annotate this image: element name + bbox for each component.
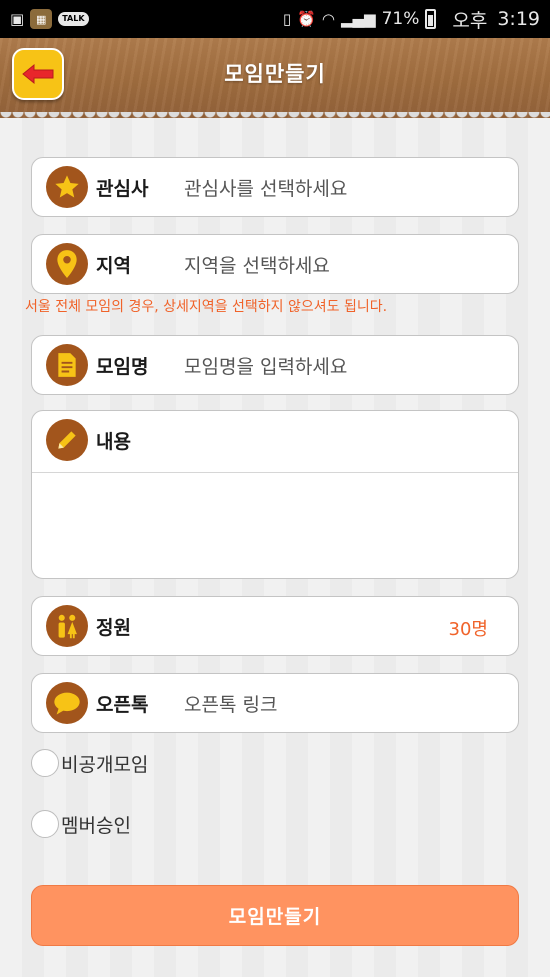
region-label: 지역 (96, 255, 131, 277)
header-scalloped-edge (0, 112, 550, 124)
create-meeting-button[interactable]: 모임만들기 (31, 885, 519, 946)
meeting-name-input[interactable]: 모임명 모임명을 입력하세요 (31, 335, 519, 395)
interest-select[interactable]: 관심사 관심사를 선택하세요 (31, 157, 519, 217)
content-divider (32, 472, 518, 473)
private-meeting-option[interactable]: 비공개모임 (31, 749, 148, 777)
clock-ampm: 오후 (452, 9, 488, 32)
capacity-select[interactable]: 정원 30명 (31, 596, 519, 656)
content-textarea[interactable]: 내용 (31, 410, 519, 579)
battery-icon (425, 9, 437, 29)
vibrate-icon: ▯ (282, 10, 292, 28)
wifi-icon: ◠ (321, 10, 335, 28)
page-title: 모임만들기 (224, 62, 326, 86)
capacity-label: 정원 (96, 617, 131, 639)
status-bar-notifications: ▣ ▦ TALK (10, 9, 89, 29)
speech-bubble-icon (46, 682, 88, 724)
status-bar-system: ▯ ⏰ ◠ ▂▄▆ 71% 오후 3:19 (283, 6, 540, 33)
star-icon (46, 166, 88, 208)
member-approval-option[interactable]: 멤버승인 (31, 810, 131, 838)
app-notification-icon: ▦ (30, 9, 53, 29)
interest-placeholder: 관심사를 선택하세요 (184, 178, 348, 200)
location-pin-icon (46, 243, 88, 285)
open-talk-input[interactable]: 오픈톡 오픈톡 링크 (31, 673, 519, 733)
gallery-notification-icon: ▣ (10, 10, 25, 28)
battery-percent: 71% (381, 9, 420, 29)
private-meeting-checkbox[interactable] (31, 749, 59, 777)
signal-icon: ▂▄▆ (340, 10, 376, 28)
interest-label: 관심사 (96, 178, 149, 200)
capacity-value: 30명 (448, 619, 488, 640)
open-talk-placeholder: 오픈톡 링크 (184, 694, 278, 716)
alarm-icon: ⏰ (297, 10, 316, 28)
member-approval-checkbox[interactable] (31, 810, 59, 838)
content-label: 내용 (96, 431, 131, 453)
status-bar: ▣ ▦ TALK ▯ ⏰ ◠ ▂▄▆ 71% 오후 3:19 (0, 0, 550, 38)
member-approval-label: 멤버승인 (61, 814, 131, 837)
pencil-icon (46, 419, 88, 461)
region-placeholder: 지역을 선택하세요 (184, 255, 330, 277)
region-notice: 서울 전체 모임의 경우, 상세지역을 선택하지 않으셔도 됩니다. (25, 299, 388, 315)
people-icon (46, 605, 88, 647)
region-select[interactable]: 지역 지역을 선택하세요 (31, 234, 519, 294)
private-meeting-label: 비공개모임 (61, 753, 149, 776)
meeting-name-label: 모임명 (96, 356, 149, 378)
kakaotalk-notification-icon: TALK (58, 12, 89, 26)
document-icon (46, 344, 88, 386)
clock-time: 3:19 (497, 8, 540, 30)
open-talk-label: 오픈톡 (96, 694, 149, 716)
meeting-name-placeholder: 모임명을 입력하세요 (184, 356, 348, 378)
